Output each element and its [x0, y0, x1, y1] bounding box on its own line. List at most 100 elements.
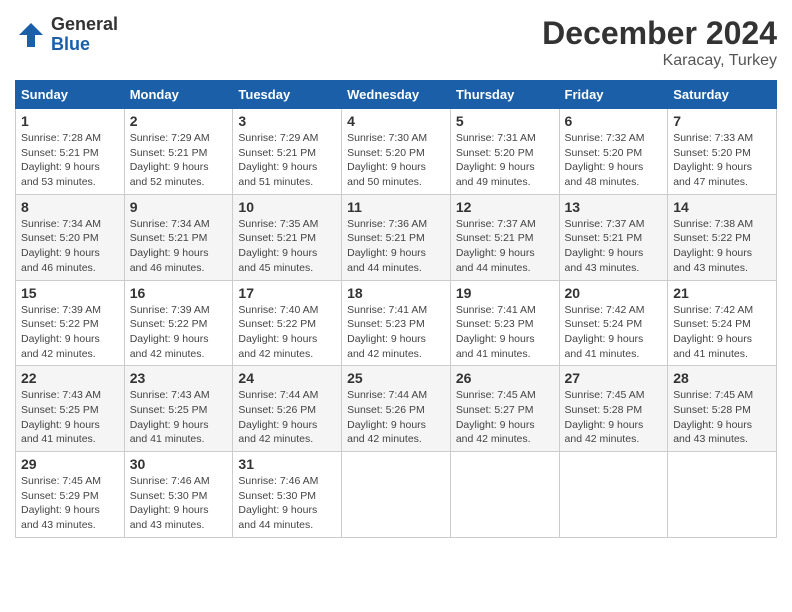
calendar-cell: 23 Sunrise: 7:43 AM Sunset: 5:25 PM Dayl… — [124, 366, 233, 452]
day-number: 7 — [673, 113, 771, 129]
weekday-header: Thursday — [450, 81, 559, 109]
calendar-cell: 20 Sunrise: 7:42 AM Sunset: 5:24 PM Dayl… — [559, 280, 668, 366]
day-detail: Sunrise: 7:43 AM Sunset: 5:25 PM Dayligh… — [130, 388, 228, 447]
day-number: 10 — [238, 199, 336, 215]
page-header: General Blue December 2024 Karacay, Turk… — [15, 15, 777, 70]
calendar-cell: 12 Sunrise: 7:37 AM Sunset: 5:21 PM Dayl… — [450, 194, 559, 280]
calendar-cell: 29 Sunrise: 7:45 AM Sunset: 5:29 PM Dayl… — [16, 452, 125, 538]
calendar-week-row: 29 Sunrise: 7:45 AM Sunset: 5:29 PM Dayl… — [16, 452, 777, 538]
day-number: 29 — [21, 456, 119, 472]
calendar-cell: 8 Sunrise: 7:34 AM Sunset: 5:20 PM Dayli… — [16, 194, 125, 280]
day-detail: Sunrise: 7:37 AM Sunset: 5:21 PM Dayligh… — [456, 217, 554, 276]
calendar-cell — [668, 452, 777, 538]
logo-general-text: General — [51, 14, 118, 34]
calendar-cell: 7 Sunrise: 7:33 AM Sunset: 5:20 PM Dayli… — [668, 109, 777, 195]
day-number: 25 — [347, 370, 445, 386]
calendar-cell: 1 Sunrise: 7:28 AM Sunset: 5:21 PM Dayli… — [16, 109, 125, 195]
calendar-cell: 27 Sunrise: 7:45 AM Sunset: 5:28 PM Dayl… — [559, 366, 668, 452]
day-number: 2 — [130, 113, 228, 129]
calendar-cell: 14 Sunrise: 7:38 AM Sunset: 5:22 PM Dayl… — [668, 194, 777, 280]
day-detail: Sunrise: 7:45 AM Sunset: 5:29 PM Dayligh… — [21, 474, 119, 533]
day-detail: Sunrise: 7:42 AM Sunset: 5:24 PM Dayligh… — [673, 303, 771, 362]
day-detail: Sunrise: 7:32 AM Sunset: 5:20 PM Dayligh… — [565, 131, 663, 190]
day-detail: Sunrise: 7:29 AM Sunset: 5:21 PM Dayligh… — [238, 131, 336, 190]
weekday-header: Wednesday — [342, 81, 451, 109]
day-detail: Sunrise: 7:45 AM Sunset: 5:28 PM Dayligh… — [565, 388, 663, 447]
day-number: 31 — [238, 456, 336, 472]
day-number: 15 — [21, 285, 119, 301]
day-detail: Sunrise: 7:30 AM Sunset: 5:20 PM Dayligh… — [347, 131, 445, 190]
day-detail: Sunrise: 7:46 AM Sunset: 5:30 PM Dayligh… — [238, 474, 336, 533]
day-detail: Sunrise: 7:31 AM Sunset: 5:20 PM Dayligh… — [456, 131, 554, 190]
weekday-header: Sunday — [16, 81, 125, 109]
day-number: 8 — [21, 199, 119, 215]
day-detail: Sunrise: 7:41 AM Sunset: 5:23 PM Dayligh… — [456, 303, 554, 362]
weekday-header: Tuesday — [233, 81, 342, 109]
day-detail: Sunrise: 7:45 AM Sunset: 5:27 PM Dayligh… — [456, 388, 554, 447]
day-detail: Sunrise: 7:29 AM Sunset: 5:21 PM Dayligh… — [130, 131, 228, 190]
day-number: 5 — [456, 113, 554, 129]
day-detail: Sunrise: 7:38 AM Sunset: 5:22 PM Dayligh… — [673, 217, 771, 276]
day-detail: Sunrise: 7:34 AM Sunset: 5:21 PM Dayligh… — [130, 217, 228, 276]
calendar-cell: 31 Sunrise: 7:46 AM Sunset: 5:30 PM Dayl… — [233, 452, 342, 538]
day-number: 4 — [347, 113, 445, 129]
day-detail: Sunrise: 7:44 AM Sunset: 5:26 PM Dayligh… — [238, 388, 336, 447]
day-detail: Sunrise: 7:41 AM Sunset: 5:23 PM Dayligh… — [347, 303, 445, 362]
day-number: 19 — [456, 285, 554, 301]
day-detail: Sunrise: 7:33 AM Sunset: 5:20 PM Dayligh… — [673, 131, 771, 190]
calendar-cell: 18 Sunrise: 7:41 AM Sunset: 5:23 PM Dayl… — [342, 280, 451, 366]
day-detail: Sunrise: 7:46 AM Sunset: 5:30 PM Dayligh… — [130, 474, 228, 533]
logo-icon — [15, 19, 47, 51]
calendar-cell — [342, 452, 451, 538]
weekday-header: Saturday — [668, 81, 777, 109]
day-number: 13 — [565, 199, 663, 215]
calendar-table: SundayMondayTuesdayWednesdayThursdayFrid… — [15, 80, 777, 538]
day-detail: Sunrise: 7:35 AM Sunset: 5:21 PM Dayligh… — [238, 217, 336, 276]
location: Karacay, Turkey — [542, 52, 777, 70]
calendar-cell: 15 Sunrise: 7:39 AM Sunset: 5:22 PM Dayl… — [16, 280, 125, 366]
day-number: 6 — [565, 113, 663, 129]
day-detail: Sunrise: 7:39 AM Sunset: 5:22 PM Dayligh… — [21, 303, 119, 362]
calendar-cell — [559, 452, 668, 538]
day-detail: Sunrise: 7:45 AM Sunset: 5:28 PM Dayligh… — [673, 388, 771, 447]
day-number: 23 — [130, 370, 228, 386]
day-number: 24 — [238, 370, 336, 386]
weekday-header-row: SundayMondayTuesdayWednesdayThursdayFrid… — [16, 81, 777, 109]
calendar-cell: 21 Sunrise: 7:42 AM Sunset: 5:24 PM Dayl… — [668, 280, 777, 366]
calendar-cell: 13 Sunrise: 7:37 AM Sunset: 5:21 PM Dayl… — [559, 194, 668, 280]
day-detail: Sunrise: 7:44 AM Sunset: 5:26 PM Dayligh… — [347, 388, 445, 447]
day-number: 3 — [238, 113, 336, 129]
day-detail: Sunrise: 7:39 AM Sunset: 5:22 PM Dayligh… — [130, 303, 228, 362]
day-detail: Sunrise: 7:28 AM Sunset: 5:21 PM Dayligh… — [21, 131, 119, 190]
day-number: 12 — [456, 199, 554, 215]
calendar-cell: 19 Sunrise: 7:41 AM Sunset: 5:23 PM Dayl… — [450, 280, 559, 366]
calendar-week-row: 8 Sunrise: 7:34 AM Sunset: 5:20 PM Dayli… — [16, 194, 777, 280]
day-number: 1 — [21, 113, 119, 129]
calendar-cell: 5 Sunrise: 7:31 AM Sunset: 5:20 PM Dayli… — [450, 109, 559, 195]
title-block: December 2024 Karacay, Turkey — [542, 15, 777, 70]
calendar-cell: 24 Sunrise: 7:44 AM Sunset: 5:26 PM Dayl… — [233, 366, 342, 452]
calendar-week-row: 1 Sunrise: 7:28 AM Sunset: 5:21 PM Dayli… — [16, 109, 777, 195]
calendar-cell: 9 Sunrise: 7:34 AM Sunset: 5:21 PM Dayli… — [124, 194, 233, 280]
day-number: 14 — [673, 199, 771, 215]
calendar-cell — [450, 452, 559, 538]
day-detail: Sunrise: 7:37 AM Sunset: 5:21 PM Dayligh… — [565, 217, 663, 276]
calendar-cell: 26 Sunrise: 7:45 AM Sunset: 5:27 PM Dayl… — [450, 366, 559, 452]
day-number: 9 — [130, 199, 228, 215]
calendar-cell: 6 Sunrise: 7:32 AM Sunset: 5:20 PM Dayli… — [559, 109, 668, 195]
day-number: 18 — [347, 285, 445, 301]
calendar-cell: 30 Sunrise: 7:46 AM Sunset: 5:30 PM Dayl… — [124, 452, 233, 538]
calendar-cell: 25 Sunrise: 7:44 AM Sunset: 5:26 PM Dayl… — [342, 366, 451, 452]
calendar-cell: 22 Sunrise: 7:43 AM Sunset: 5:25 PM Dayl… — [16, 366, 125, 452]
day-number: 21 — [673, 285, 771, 301]
day-number: 27 — [565, 370, 663, 386]
day-number: 16 — [130, 285, 228, 301]
calendar-week-row: 15 Sunrise: 7:39 AM Sunset: 5:22 PM Dayl… — [16, 280, 777, 366]
weekday-header: Friday — [559, 81, 668, 109]
calendar-cell: 4 Sunrise: 7:30 AM Sunset: 5:20 PM Dayli… — [342, 109, 451, 195]
weekday-header: Monday — [124, 81, 233, 109]
logo-blue-text: Blue — [51, 34, 90, 54]
day-detail: Sunrise: 7:36 AM Sunset: 5:21 PM Dayligh… — [347, 217, 445, 276]
calendar-cell: 2 Sunrise: 7:29 AM Sunset: 5:21 PM Dayli… — [124, 109, 233, 195]
day-number: 20 — [565, 285, 663, 301]
